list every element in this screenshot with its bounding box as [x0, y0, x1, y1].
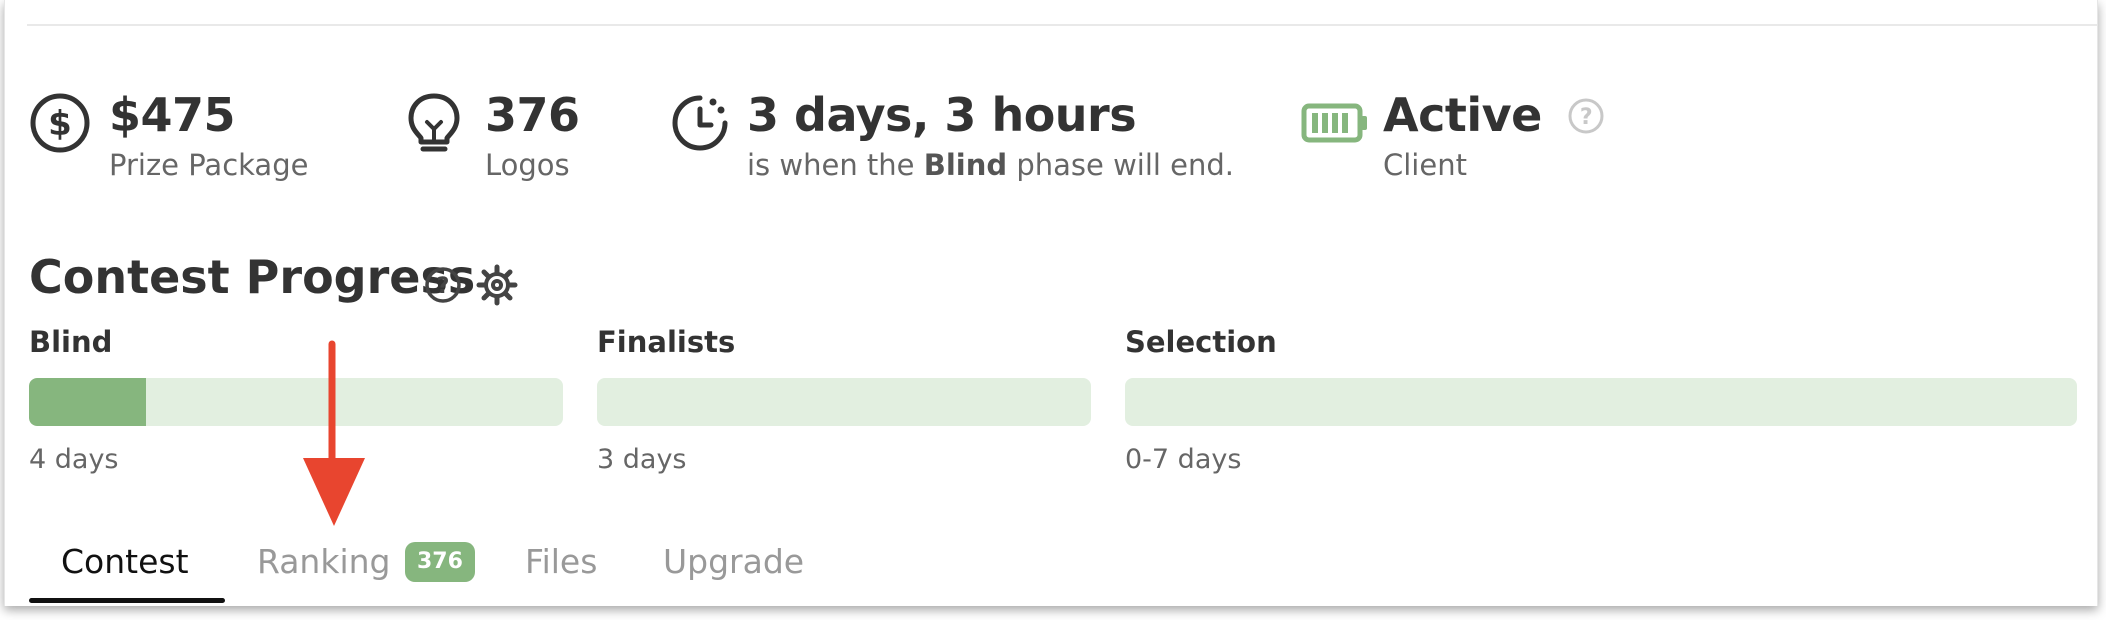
prize-label: Prize Package [109, 148, 309, 182]
gear-icon[interactable] [475, 263, 519, 307]
tab-files[interactable]: Files [525, 542, 597, 581]
phase-blind-bar [29, 378, 563, 426]
time-label-phase: Blind [923, 148, 1008, 182]
phase-selection-bar [1125, 378, 2077, 426]
status-text: Active [1383, 88, 1542, 142]
svg-text:$: $ [48, 104, 72, 144]
phase-blind-duration: 4 days [29, 444, 119, 475]
time-label-post: phase will end. [1016, 148, 1235, 182]
tab-bar: Contest Ranking 376 Files Upgrade [29, 532, 2099, 606]
battery-icon [1301, 103, 1367, 143]
phase-finalists-bar [597, 378, 1091, 426]
time-label: is when the Blind phase will end. [747, 148, 1234, 182]
status-value: Active ? [1383, 88, 1605, 142]
help-icon[interactable]: ? [423, 265, 463, 305]
clock-icon [672, 95, 728, 151]
ranking-count-badge: 376 [405, 542, 475, 582]
phase-blind-label: Blind [29, 325, 113, 359]
active-tab-indicator [29, 598, 225, 603]
contest-progress-title: Contest Progress [29, 250, 476, 304]
contest-panel: $ $475 Prize Package 376 Logos 3 days, 3… [4, 0, 2098, 606]
phase-selection-duration: 0-7 days [1125, 444, 1242, 475]
phase-finalists-label: Finalists [597, 325, 736, 359]
lightbulb-icon [408, 93, 460, 152]
phase-finalists-duration: 3 days [597, 444, 687, 475]
time-value: 3 days, 3 hours [747, 88, 1137, 142]
dollar-circle-icon: $ [30, 93, 90, 153]
tab-upgrade[interactable]: Upgrade [663, 542, 804, 581]
annotation-arrow [303, 340, 365, 526]
prize-value: $475 [109, 88, 236, 142]
phase-selection-label: Selection [1125, 325, 1277, 359]
status-label: Client [1383, 148, 1467, 182]
divider [27, 24, 2097, 26]
logos-value: 376 [485, 88, 580, 142]
tab-contest[interactable]: Contest [61, 542, 189, 581]
tab-ranking[interactable]: Ranking [257, 542, 390, 581]
time-label-pre: is when the [747, 148, 915, 182]
svg-text:?: ? [1580, 105, 1592, 130]
svg-text:?: ? [437, 274, 450, 299]
logos-label: Logos [485, 148, 570, 182]
help-icon[interactable]: ? [1567, 97, 1605, 135]
phase-blind-fill [29, 378, 147, 426]
